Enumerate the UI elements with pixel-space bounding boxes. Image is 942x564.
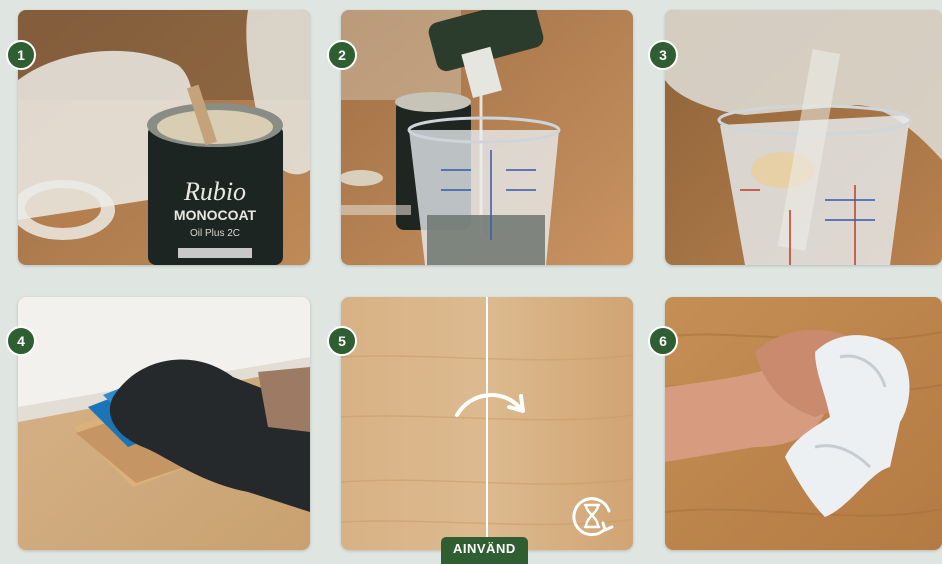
- can-product-text: Oil Plus 2C: [190, 228, 240, 239]
- step-badge-4: 4: [6, 326, 36, 356]
- step-1-illustration: Rubio MONOCOAT Oil Plus 2C: [18, 10, 310, 265]
- can-brand-text: Rubio: [183, 177, 246, 206]
- step-6-photo: [665, 297, 942, 550]
- step-badge-1: 1: [6, 40, 36, 70]
- step-3-illustration: [665, 10, 942, 265]
- step-3-photo: [665, 10, 942, 265]
- step-4-photo: [18, 297, 310, 550]
- can-name-text: MONOCOAT: [174, 207, 257, 223]
- curved-arrow-icon: [455, 393, 525, 417]
- step-badge-6: 6: [648, 326, 678, 356]
- step-2-illustration: [341, 10, 633, 265]
- hourglass-rotate-icon: [572, 497, 614, 537]
- step-badge-2: 2: [327, 40, 357, 70]
- step-1-photo: Rubio MONOCOAT Oil Plus 2C: [18, 10, 310, 265]
- step-6-illustration: [665, 297, 942, 550]
- step-2-photo: [341, 10, 633, 265]
- step-5-tag: AINVÄND: [441, 537, 528, 564]
- step-badge-5: 5: [327, 326, 357, 356]
- step-4-illustration: [18, 297, 310, 550]
- step-5-photo: [341, 297, 633, 550]
- step-badge-3: 3: [648, 40, 678, 70]
